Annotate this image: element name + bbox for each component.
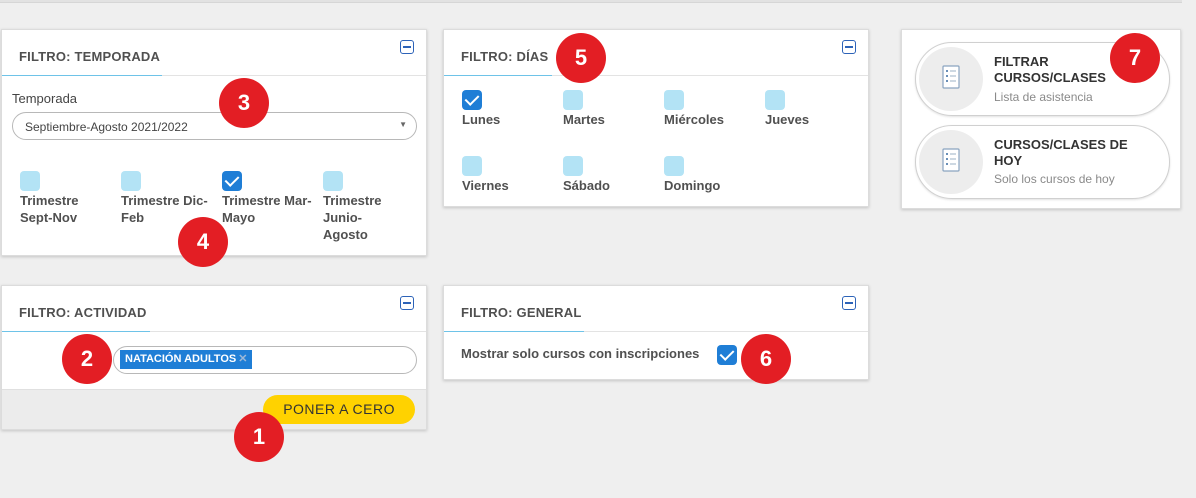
chevron-down-icon: ▼ — [399, 120, 407, 129]
checkbox-unchecked[interactable] — [20, 171, 40, 191]
day-martes[interactable]: Martes — [563, 90, 605, 128]
action-subtitle: Solo los cursos de hoy — [994, 172, 1115, 186]
checkbox-checked[interactable] — [222, 171, 242, 191]
top-divider — [0, 0, 1182, 3]
checkbox-unchecked[interactable] — [121, 171, 141, 191]
day-lunes[interactable]: Lunes — [462, 90, 500, 128]
trimestre-sept-nov[interactable]: Trimestre Sept-Nov — [20, 171, 110, 226]
action-subtitle: Lista de asistencia — [994, 90, 1093, 104]
day-domingo[interactable]: Domingo — [664, 156, 720, 194]
annotation-marker-2: 2 — [62, 334, 112, 384]
checkbox-unchecked[interactable] — [664, 90, 684, 110]
solo-inscripciones-checkbox[interactable] — [717, 345, 737, 365]
header-underline — [2, 331, 150, 332]
day-sabado[interactable]: Sábado — [563, 156, 610, 194]
temporada-label: Temporada — [12, 91, 78, 106]
cursos-hoy-button[interactable]: CURSOS/CLASES DE HOY Solo los cursos de … — [915, 125, 1170, 199]
day-label: Sábado — [563, 178, 610, 193]
tag-label: NATACIÓN ADULTOS — [125, 353, 237, 365]
annotation-marker-4: 4 — [178, 217, 228, 267]
checklist-icon — [919, 130, 983, 194]
action-title: CURSOS/CLASES DE HOY — [994, 137, 1128, 168]
selected-activity-tag: NATACIÓN ADULTOS ✕ — [120, 350, 253, 369]
checkbox-unchecked[interactable] — [765, 90, 785, 110]
general-filter-panel: FILTRO: GENERAL Mostrar solo cursos con … — [443, 285, 869, 380]
panel-title: FILTRO: GENERAL — [461, 305, 582, 320]
panel-header: FILTRO: DÍAS — [444, 30, 868, 76]
checkbox-unchecked[interactable] — [563, 156, 583, 176]
panel-title: FILTRO: TEMPORADA — [19, 49, 161, 64]
day-viernes[interactable]: Viernes — [462, 156, 509, 194]
panel-footer: PONER A CERO — [2, 389, 426, 429]
checkbox-unchecked[interactable] — [664, 156, 684, 176]
annotation-marker-7: 7 — [1110, 33, 1160, 83]
checkbox-checked[interactable] — [462, 90, 482, 110]
day-label: Domingo — [664, 178, 721, 193]
header-underline — [2, 75, 162, 76]
day-jueves[interactable]: Jueves — [765, 90, 809, 128]
reset-button[interactable]: PONER A CERO — [263, 395, 415, 424]
temporada-select-value: Septiembre-Agosto 2021/2022 — [25, 120, 188, 134]
trimestre-label: Trimestre Mar-Mayo — [222, 193, 312, 225]
solo-inscripciones-label: Mostrar solo cursos con inscripciones — [461, 346, 700, 361]
checkbox-unchecked[interactable] — [563, 90, 583, 110]
collapse-icon[interactable] — [400, 296, 414, 310]
panel-title: FILTRO: ACTIVIDAD — [19, 305, 147, 320]
day-label: Viernes — [462, 178, 509, 193]
trimestre-junio-agosto[interactable]: Trimestre Junio-Agosto — [323, 171, 403, 243]
header-underline — [444, 331, 584, 332]
day-label: Lunes — [462, 112, 501, 127]
annotation-marker-5: 5 — [556, 33, 606, 83]
day-label: Jueves — [765, 112, 810, 127]
panel-header: FILTRO: ACTIVIDAD — [2, 286, 426, 332]
day-label: Miércoles — [664, 112, 724, 127]
actividad-tag-input[interactable]: NATACIÓN ADULTOS ✕ — [113, 346, 417, 374]
trimestre-label: Trimestre Junio-Agosto — [323, 193, 382, 242]
checklist-icon — [919, 47, 983, 111]
day-label: Martes — [563, 112, 605, 127]
trimestre-label: Trimestre Sept-Nov — [20, 193, 79, 225]
checkbox-unchecked[interactable] — [323, 171, 343, 191]
dias-filter-panel: FILTRO: DÍAS Lunes Martes Miércoles Juev… — [443, 29, 869, 207]
day-miercoles[interactable]: Miércoles — [664, 90, 724, 128]
collapse-icon[interactable] — [400, 40, 414, 54]
trimestre-mar-mayo[interactable]: Trimestre Mar-Mayo — [222, 171, 312, 226]
annotation-marker-6: 6 — [741, 334, 791, 384]
collapse-icon[interactable] — [842, 40, 856, 54]
collapse-icon[interactable] — [842, 296, 856, 310]
annotation-marker-3: 3 — [219, 78, 269, 128]
annotation-marker-1: 1 — [234, 412, 284, 462]
remove-tag-icon[interactable]: ✕ — [238, 353, 247, 365]
checkbox-unchecked[interactable] — [462, 156, 482, 176]
panel-header: FILTRO: GENERAL — [444, 286, 868, 332]
temporada-select[interactable]: Septiembre-Agosto 2021/2022 ▼ — [12, 112, 417, 140]
panel-header: FILTRO: TEMPORADA — [2, 30, 426, 76]
panel-title: FILTRO: DÍAS — [461, 49, 549, 64]
header-underline — [444, 75, 552, 76]
